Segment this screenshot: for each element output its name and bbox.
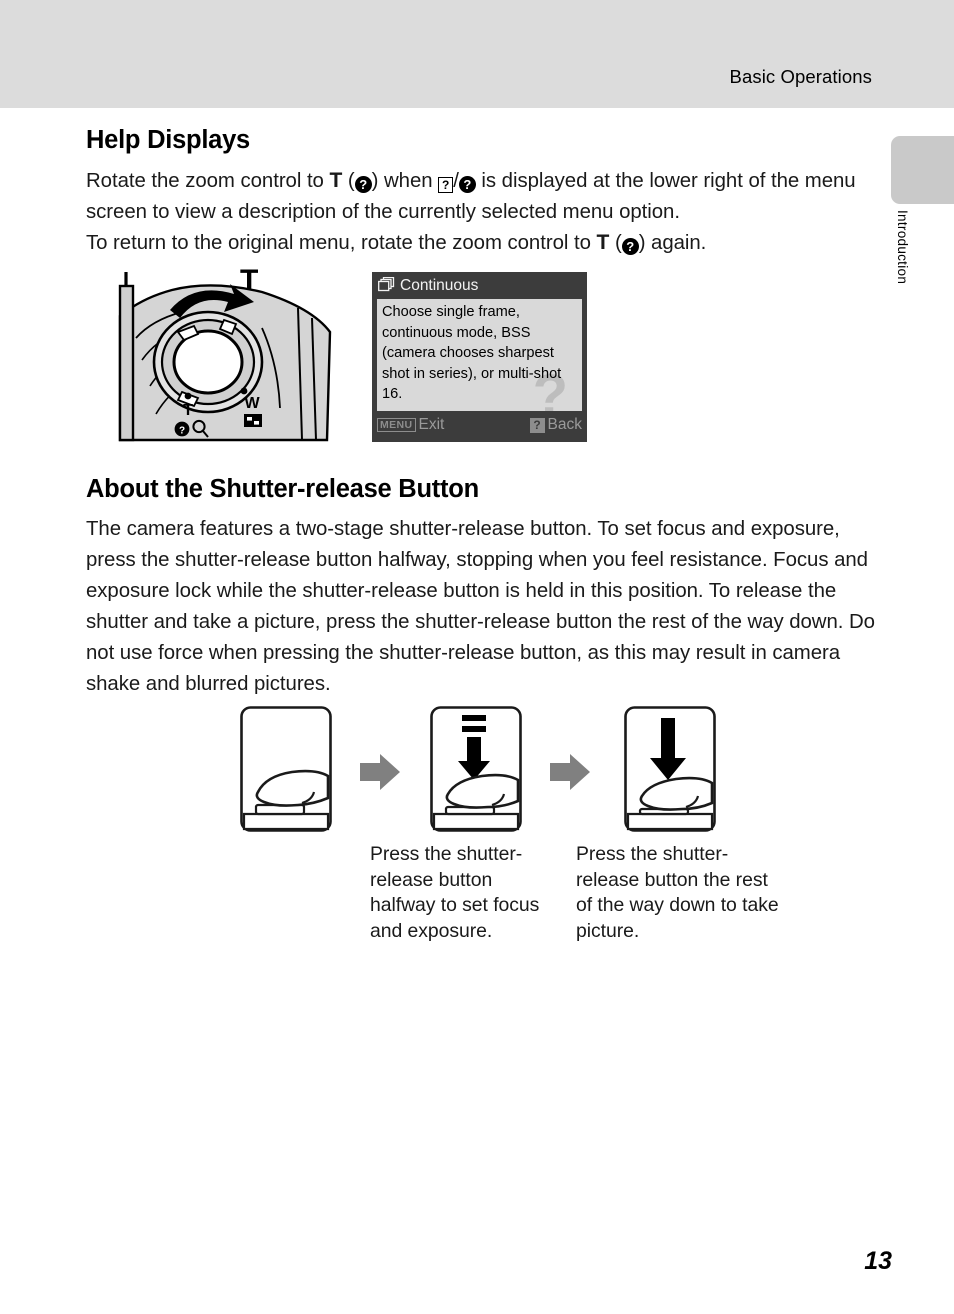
heading-help-displays: Help Displays [86, 126, 250, 154]
shutter-step-3-panel [624, 706, 716, 832]
sequence-arrow-icon [358, 750, 402, 794]
text-run: Rotate the zoom control to [86, 170, 330, 192]
page-header-title: Basic Operations [729, 66, 872, 87]
menu-button-badge[interactable]: MENU [377, 418, 416, 432]
help-button-badge[interactable]: ? [529, 417, 545, 433]
lcd-back-group[interactable]: ? Back [529, 416, 582, 434]
shutter-press-sequence [0, 706, 954, 836]
lcd-help-display-screen: Continuous ? Choose single frame, contin… [372, 272, 587, 442]
text-run: / [453, 170, 459, 192]
help-circle-icon: ? [621, 238, 639, 255]
lcd-title-text: Continuous [400, 276, 479, 294]
shutter-step-2-panel [430, 706, 522, 832]
sequence-arrow-icon [548, 750, 592, 794]
zoom-T-label: T [329, 169, 343, 192]
help-circle-icon: ? [354, 176, 372, 193]
page-header-band [0, 0, 954, 108]
help-box-icon: ? [438, 177, 454, 193]
shutter-step-1-panel [240, 706, 332, 832]
text-run: ) again. [638, 232, 707, 254]
zoom-T-label: T [596, 231, 610, 254]
lcd-back-label: Back [547, 416, 582, 433]
zoom-marking-wide-group: W [230, 386, 290, 434]
heading-shutter-release: About the Shutter-release Button [86, 475, 479, 503]
paragraph-help-displays-1: Rotate the zoom control to T (?) when ? /… [86, 165, 876, 228]
lcd-description-text: Choose single frame, continuous mode, BS… [382, 304, 562, 403]
caption-shutter-full: Press the shutter-release button the res… [576, 843, 779, 942]
lcd-bottom-bar: MENU Exit ? Back [377, 415, 582, 435]
text-run: To return to the original menu, rotate t… [86, 232, 597, 254]
svg-text:W: W [244, 395, 260, 412]
section-tab-label: Introduction [895, 210, 910, 285]
lcd-exit-label: Exit [418, 416, 445, 433]
help-circle-icon: ? [458, 176, 476, 193]
svg-text:?: ? [179, 426, 185, 437]
page-number: 13 [864, 1247, 892, 1275]
text-run: ( [609, 232, 622, 254]
lcd-title-bar: Continuous [377, 276, 582, 297]
text-run: ( [342, 170, 355, 192]
paragraph-help-displays-2: To return to the original menu, rotate t… [86, 227, 876, 259]
paragraph-shutter-release: The camera features a two-stage shutter-… [86, 518, 875, 695]
camera-zoom-control-illustration: T T ? W [112, 264, 342, 444]
zoom-direction-T-label: T [240, 264, 259, 297]
caption-shutter-halfway: Press the shutter-release button halfway… [370, 843, 540, 942]
continuous-mode-icon [378, 276, 395, 297]
lcd-description-box: ? Choose single frame, continuous mode, … [377, 299, 582, 411]
section-tab-marker [891, 136, 954, 204]
svg-text:T: T [183, 402, 193, 419]
text-run: ) when [371, 170, 439, 192]
